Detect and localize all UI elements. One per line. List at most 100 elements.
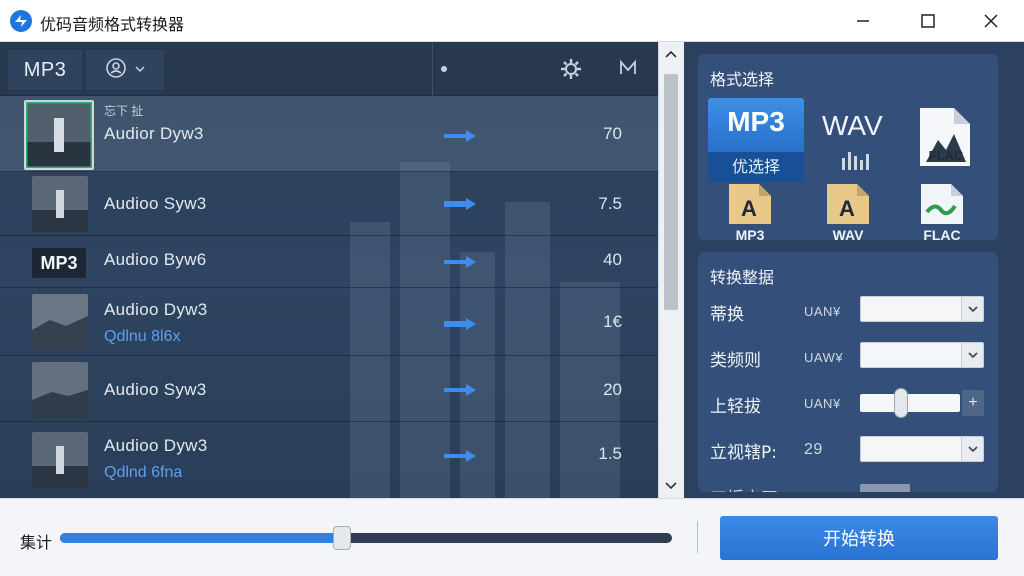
minimize-button[interactable] (840, 0, 886, 42)
format-mp3-sub: 优选择 (708, 152, 804, 182)
scroll-up-icon[interactable] (664, 48, 678, 62)
item-value: 1.5 (598, 444, 622, 463)
dot-icon (441, 66, 447, 72)
item-value: 20 (603, 380, 622, 399)
svg-text:A: A (741, 196, 757, 221)
flac-document-icon[interactable]: FLAC (916, 106, 972, 168)
volume-label: 集计 (20, 533, 53, 552)
chevron-down-icon (135, 61, 145, 79)
bottom-bar: 集计 开始转换 (0, 498, 1024, 576)
list-item[interactable]: Audioo Syw3 7.5 (0, 172, 658, 236)
setting-unit: UAN¥ (804, 304, 841, 319)
audio-thumbnail (32, 176, 88, 232)
arrow-right-icon (444, 384, 476, 396)
list-item[interactable]: Audioo Dyw3 Qdlnd 6fna 1.5 (0, 422, 658, 498)
scroll-thumb[interactable] (664, 74, 678, 310)
setting-label: 蒂换 (710, 305, 744, 325)
list-item[interactable]: Audioo Dyw3 Qdlnu 8l6x 1€ (0, 288, 658, 356)
list-item[interactable]: 忘下 扯 Audior Dyw3 70 (0, 96, 658, 172)
flac-document-label: FLAC (929, 148, 964, 163)
file-option-wav[interactable]: A WAV (820, 182, 876, 243)
setting-label: 类频则 (710, 351, 761, 371)
item-tag: 忘下 扯 (104, 104, 144, 118)
chevron-down-icon (961, 297, 983, 321)
format-option-mp3[interactable]: MP3 优选择 (708, 98, 804, 182)
file-option-label: MP3 (735, 227, 765, 243)
format-panel-title: 格式选择 (710, 70, 775, 89)
item-name: Audioo Syw3 (104, 380, 207, 399)
partial-control[interactable] (860, 484, 910, 492)
audio-thumbnail (32, 432, 88, 488)
waveform-icon (842, 152, 869, 170)
setting-value: 29 (804, 441, 823, 458)
svg-text:A: A (839, 196, 855, 221)
flac-file-icon (921, 184, 963, 224)
setting-slider[interactable] (860, 394, 960, 412)
item-subtitle: Qdlnd 6fna (104, 464, 183, 481)
arrow-right-icon (444, 318, 476, 330)
setting-select-2[interactable] (860, 342, 984, 368)
title-bar: 优码音频格式转换器 (0, 0, 1024, 42)
item-name: Audioo Dyw3 (104, 300, 208, 319)
maximize-button[interactable] (905, 0, 951, 42)
progress-fill (60, 533, 342, 543)
item-name: Audioo Syw3 (104, 194, 207, 213)
arrow-right-icon (444, 450, 476, 462)
file-option-mp3[interactable]: A MP3 (722, 182, 778, 243)
slider-handle[interactable] (894, 388, 908, 418)
audio-thumbnail (32, 362, 88, 418)
file-option-flac[interactable]: FLAC (914, 182, 970, 243)
item-value: 7.5 (598, 194, 622, 213)
item-value: 70 (603, 124, 622, 143)
document-icon: A (729, 184, 771, 224)
list-scrollbar[interactable] (658, 42, 684, 498)
list-header: MP3 (0, 42, 658, 96)
chevron-down-icon (961, 437, 983, 461)
plus-button[interactable]: + (962, 390, 984, 416)
setting-label-partial: 工垢本四 (710, 484, 778, 492)
document-icon: A (827, 184, 869, 224)
setting-select-3[interactable] (860, 436, 984, 462)
item-name: Audioo Byw6 (104, 250, 207, 269)
m-icon[interactable] (618, 58, 638, 83)
options-pane: 格式选择 MP3 优选择 WAV FLAC A MP3 A WAV FLAC 转… (684, 42, 1024, 498)
arrow-right-icon (444, 198, 476, 210)
audio-thumbnail (32, 294, 88, 350)
app-logo-icon (10, 10, 32, 32)
audio-thumbnail (24, 100, 94, 170)
bottom-divider (697, 521, 698, 553)
item-name: Audior Dyw3 (104, 124, 204, 143)
app-title: 优码音频格式转换器 (40, 15, 185, 34)
arrow-right-icon (444, 130, 476, 142)
arrow-right-icon (444, 256, 476, 268)
item-subtitle: Qdlnu 8l6x (104, 328, 181, 345)
progress-handle[interactable] (332, 526, 351, 550)
format-filter-tab[interactable]: MP3 (8, 50, 82, 90)
list-item[interactable]: Audioo Syw3 20 (0, 356, 658, 422)
format-mp3-label: MP3 (727, 106, 785, 137)
setting-select-1[interactable] (860, 296, 984, 322)
file-option-label: FLAC (923, 227, 961, 243)
settings-panel: 转换整据 蒂换 UAN¥ 类频则 UAW¥ 上轻拔 UAN¥ + 立视辖P: 2… (698, 252, 998, 492)
scroll-down-icon[interactable] (664, 480, 678, 494)
item-value: 40 (603, 250, 622, 269)
file-list-pane: MP3 忘下 扯 Audior Dyw3 70 Audioo Syw3 7.5 … (0, 42, 658, 498)
format-panel: 格式选择 MP3 优选择 WAV FLAC A MP3 A WAV FLAC (698, 54, 998, 243)
setting-label: 立视辖P: (710, 443, 777, 463)
settings-panel-title: 转换整据 (710, 268, 775, 287)
setting-label: 上轻拔 (710, 397, 761, 417)
chevron-down-icon (961, 343, 983, 367)
format-option-wav[interactable]: WAV (822, 110, 883, 142)
file-option-label: WAV (832, 227, 864, 243)
setting-unit: UAW¥ (804, 350, 844, 365)
start-convert-button[interactable]: 开始转换 (720, 516, 998, 560)
item-name: Audioo Dyw3 (104, 436, 208, 455)
progress-slider[interactable] (60, 533, 672, 543)
close-button[interactable] (968, 0, 1014, 42)
header-divider (432, 42, 433, 96)
list-item[interactable]: MP3 Audioo Byw6 40 (0, 236, 658, 288)
user-filter-dropdown[interactable] (86, 50, 164, 90)
setting-unit: UAN¥ (804, 396, 841, 411)
user-circle-icon (105, 57, 127, 84)
gear-icon[interactable] (560, 58, 582, 85)
